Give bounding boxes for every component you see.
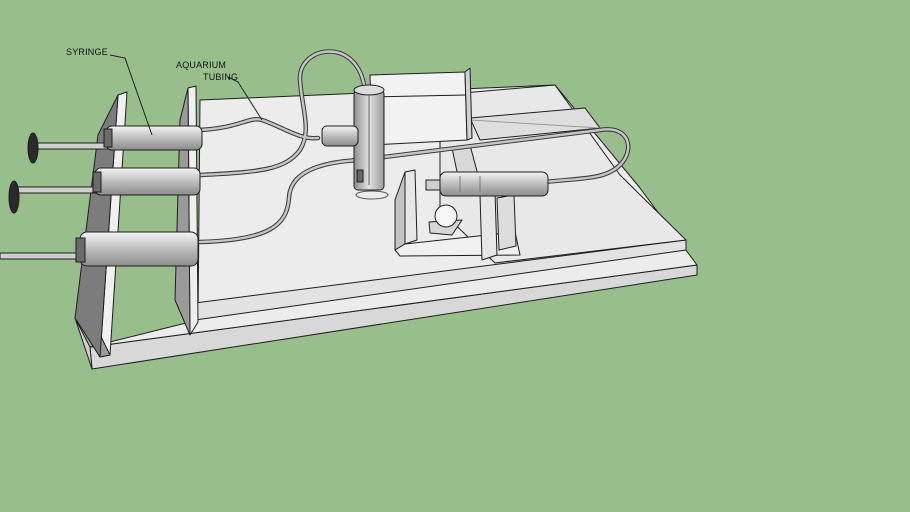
- center-block: [369, 67, 473, 146]
- syringe-callout: SYRINGE: [66, 47, 108, 57]
- tubing-callout-line2: TUBING: [203, 72, 238, 82]
- vertical-syringe: [353, 84, 389, 200]
- horizontal-syringe-right: [425, 171, 549, 197]
- horizontal-syringe-center: [321, 125, 359, 147]
- model-viewport[interactable]: SYRINGE AQUARIUM TUBING: [0, 0, 910, 512]
- tubing-callout-line1: AQUARIUM: [176, 60, 226, 70]
